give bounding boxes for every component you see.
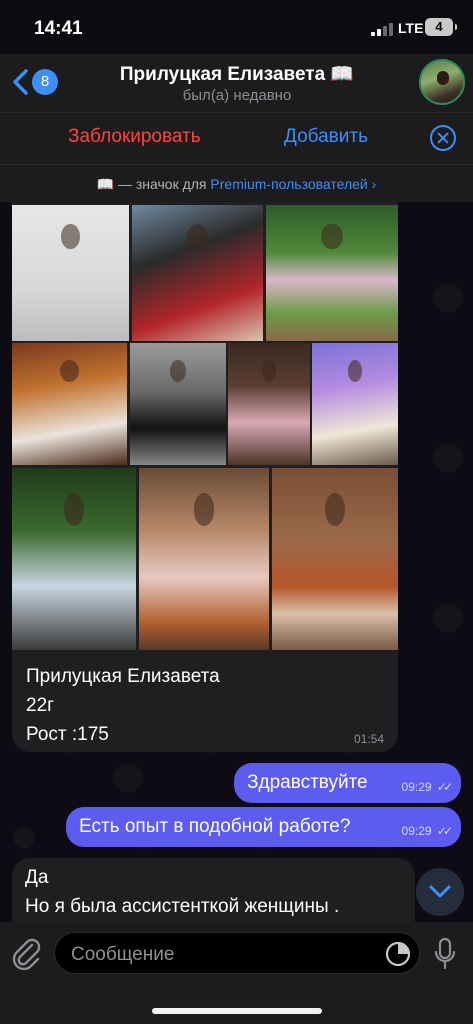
- outgoing-message[interactable]: Есть опыт в подобной работе? 09:29 ✓✓: [66, 807, 461, 847]
- message-time: 09:29: [401, 780, 432, 794]
- network-type: LTE: [398, 20, 424, 36]
- album-photo[interactable]: [266, 205, 398, 341]
- message-time: 01:54: [353, 732, 384, 746]
- back-button[interactable]: 8: [8, 64, 58, 100]
- outgoing-message[interactable]: Здравствуйте 09:29 ✓✓: [234, 763, 461, 803]
- status-time: 14:41: [34, 18, 83, 39]
- premium-notice-text: 📖 — значок для: [96, 176, 211, 192]
- signal-icon: [371, 23, 393, 36]
- sticker-icon[interactable]: [385, 941, 411, 967]
- premium-notice[interactable]: 📖 — значок для Premium-пользователей ›: [0, 164, 473, 202]
- avatar[interactable]: [419, 59, 465, 105]
- photo-album-message[interactable]: Прилуцкая Елизавета 22г Рост :175 01:54: [12, 202, 398, 752]
- message-text: Есть опыт в подобной работе?: [79, 816, 351, 837]
- read-ticks-icon: ✓✓: [436, 780, 453, 794]
- close-icon[interactable]: [430, 125, 456, 151]
- premium-link[interactable]: Premium-пользователей: [210, 176, 367, 192]
- message-text: Здравствуйте: [247, 772, 368, 793]
- chevron-down-icon: [429, 885, 451, 898]
- album-photo[interactable]: [312, 343, 398, 465]
- message-meta: 09:29 ✓✓: [401, 780, 454, 794]
- album-photo[interactable]: [228, 343, 310, 465]
- chat-header: 8 Прилуцкая Елизавета 📖 был(а) недавно: [0, 54, 473, 112]
- album-photo[interactable]: [12, 343, 127, 465]
- scroll-down-button[interactable]: [416, 868, 464, 916]
- action-bar: Заблокировать Добавить: [0, 112, 473, 164]
- message-time: 09:29: [401, 824, 432, 838]
- album-photo[interactable]: [272, 468, 398, 650]
- album-photo[interactable]: [139, 468, 269, 650]
- message-text: Но я была ассистенткой женщины .: [25, 896, 340, 917]
- chat-screen: 14:41 LTE 4 8 Прилуцкая Елизавета 📖 был(…: [0, 0, 473, 1024]
- album-photo[interactable]: [130, 343, 226, 465]
- last-seen-status: был(а) недавно: [182, 87, 292, 104]
- message-input[interactable]: Сообщение: [54, 932, 420, 974]
- block-button[interactable]: Заблокировать: [68, 126, 201, 148]
- paperclip-icon[interactable]: [10, 936, 42, 970]
- battery-icon: 4: [425, 18, 457, 36]
- chevron-right-icon: ›: [371, 176, 377, 192]
- message-meta: 09:29 ✓✓: [401, 824, 454, 838]
- contact-name[interactable]: Прилуцкая Елизавета 📖: [92, 62, 382, 86]
- add-contact-button[interactable]: Добавить: [284, 126, 368, 148]
- album-photo[interactable]: [132, 205, 263, 341]
- read-ticks-icon: ✓✓: [436, 824, 453, 838]
- caption-line: Прилуцкая Елизавета: [26, 666, 220, 687]
- caption-line: Рост :175: [26, 724, 109, 745]
- album-caption: Прилуцкая Елизавета 22г Рост :175: [26, 662, 220, 749]
- message-text: Да: [25, 867, 49, 888]
- message-input-bar: Сообщение: [0, 922, 473, 1024]
- caption-line: 22г: [26, 695, 55, 716]
- status-bar: 14:41 LTE 4: [0, 0, 473, 54]
- album-photo[interactable]: [12, 205, 129, 341]
- incoming-message[interactable]: Да Но я была ассистенткой женщины .: [12, 858, 415, 922]
- back-chevron-icon: [13, 69, 28, 95]
- microphone-icon[interactable]: [433, 937, 457, 971]
- album-photo[interactable]: [12, 468, 136, 650]
- unread-count-badge: 8: [32, 69, 58, 95]
- message-placeholder: Сообщение: [71, 944, 175, 965]
- home-indicator: [152, 1008, 322, 1014]
